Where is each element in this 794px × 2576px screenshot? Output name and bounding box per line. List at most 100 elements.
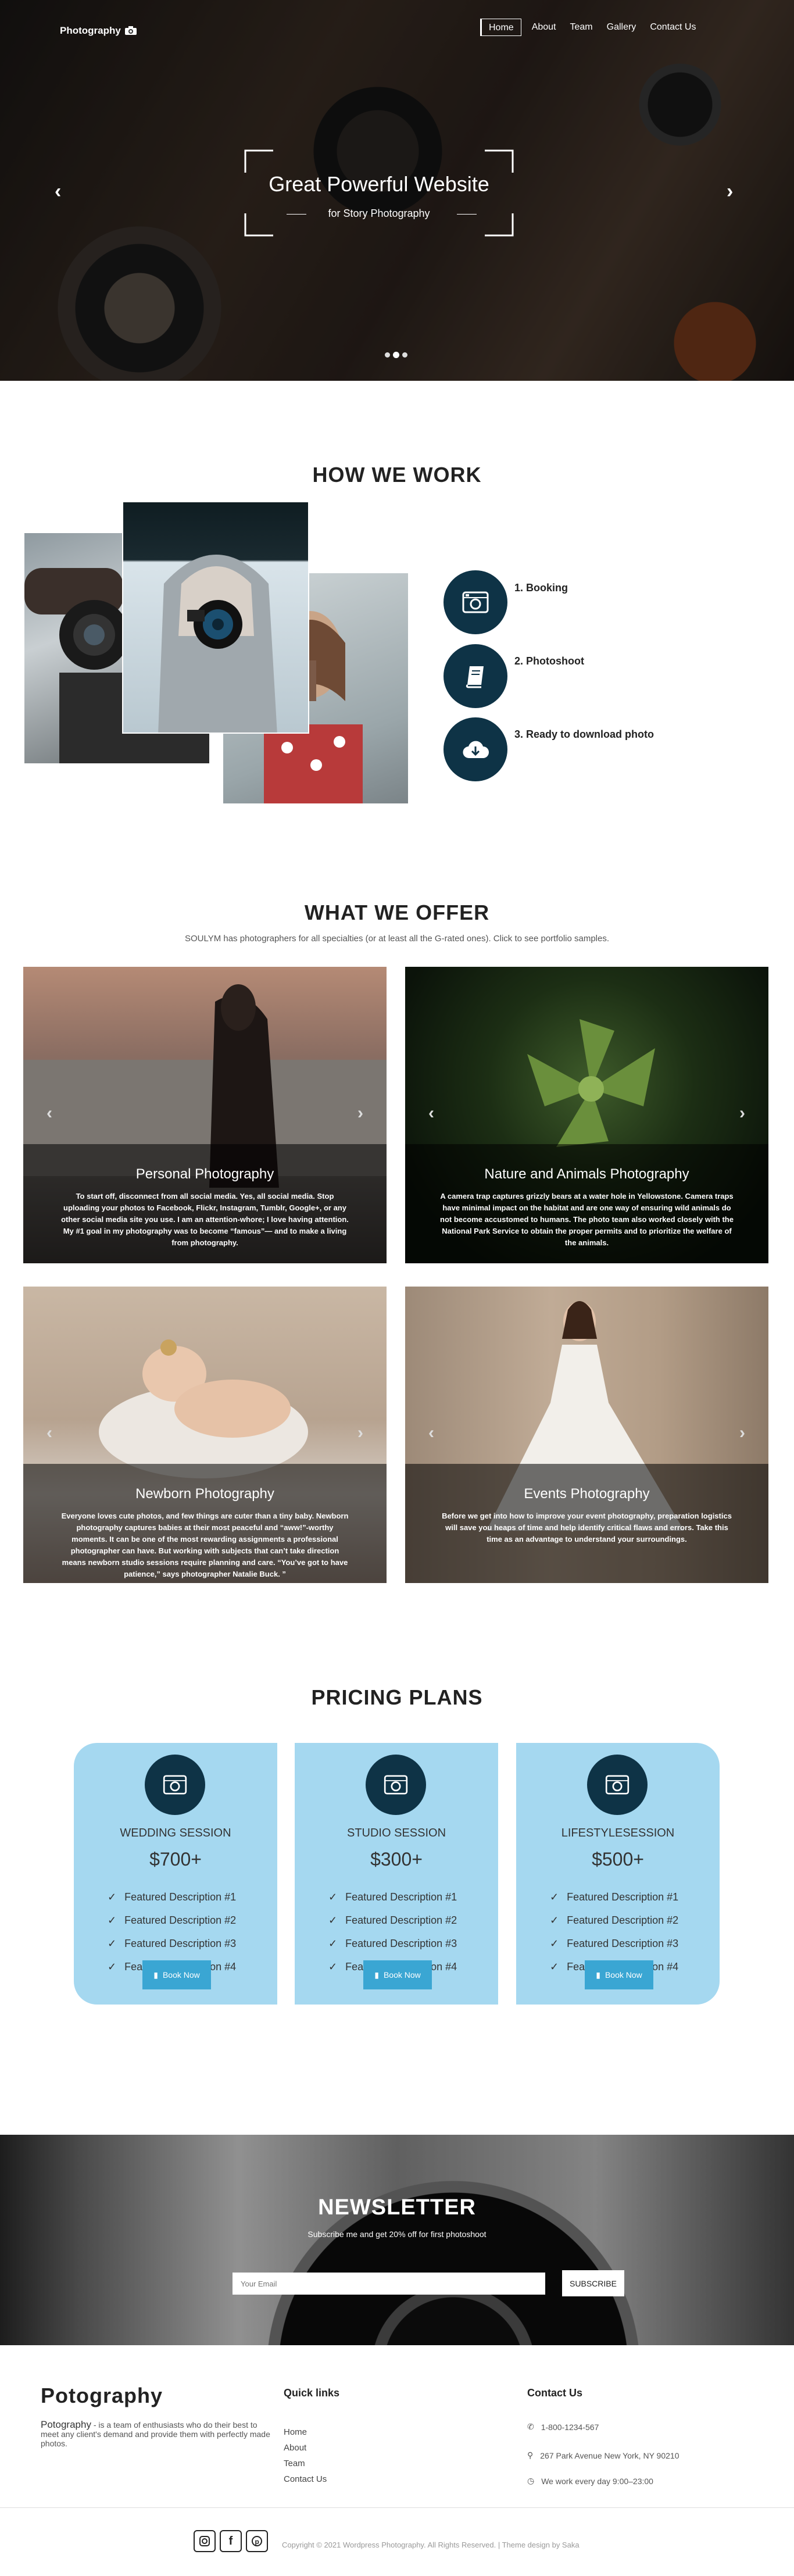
check-icon: ✓	[550, 1891, 559, 1903]
camera-icon	[163, 1775, 187, 1795]
feature-item: ✓ Featured Description #2	[328, 1914, 457, 1926]
card-next-icon[interactable]: ›	[739, 1103, 745, 1123]
card-next-icon[interactable]: ›	[357, 1103, 363, 1123]
newsletter-email-input[interactable]	[233, 2273, 545, 2295]
footer-link-team[interactable]: Team	[284, 2459, 305, 2468]
plan-icon-circle	[366, 1755, 426, 1815]
card-prev-icon[interactable]: ‹	[428, 1103, 434, 1123]
offer-title: WHAT WE OFFER	[304, 901, 490, 924]
nav-gallery[interactable]: Gallery	[600, 19, 643, 36]
check-icon: ✓	[108, 1891, 117, 1903]
instagram-icon[interactable]	[194, 2530, 216, 2552]
plan-name: STUDIO SESSION	[346, 1827, 446, 1839]
hero-dot-1[interactable]	[385, 352, 390, 358]
subscribe-button[interactable]: SUBSCRIBE	[562, 2270, 624, 2296]
footer-hours: ◷ We work every day 9:00–23:00	[527, 2476, 653, 2486]
check-icon: ✓	[328, 1960, 338, 1973]
card-caption: Newborn Photography Everyone loves cute …	[23, 1464, 387, 1583]
feature-item: ✓ Featured Description #2	[550, 1914, 679, 1926]
photographer-photo-2	[158, 555, 277, 733]
card-text: A camera trap captures grizzly bears at …	[440, 1192, 734, 1247]
card-next-icon[interactable]: ›	[357, 1423, 363, 1443]
footer-link-home[interactable]: Home	[284, 2427, 307, 2437]
plan-price: $300+	[370, 1849, 423, 1870]
plan-studio: STUDIO SESSION $300+ ✓ Featured Descripti…	[295, 1743, 498, 2005]
svg-text:p: p	[255, 2538, 259, 2546]
check-icon: ✓	[108, 1914, 117, 1926]
card-prev-icon[interactable]: ‹	[428, 1423, 434, 1443]
card-text: To start off, disconnect from all social…	[61, 1192, 349, 1247]
facebook-icon[interactable]: f	[220, 2530, 242, 2552]
site-logo-text: Photography	[60, 25, 121, 36]
nav-home[interactable]: Home	[480, 19, 521, 36]
offer-card-personal[interactable]: ‹ › Personal Photography To start off, d…	[23, 967, 387, 1263]
hero-dot-3[interactable]	[402, 352, 407, 358]
check-icon: ✓	[328, 1914, 338, 1926]
hero-subtitle: for Story Photography	[328, 208, 430, 219]
plan-price: $500+	[592, 1849, 644, 1870]
pricing-title: PRICING PLANS	[311, 1685, 483, 1709]
hero-next-icon[interactable]: ›	[727, 180, 733, 203]
card-next-icon[interactable]: ›	[739, 1423, 745, 1443]
plan-name: LIFESTYLESESSION	[561, 1827, 675, 1839]
card-caption: Nature and Animals Photography A camera …	[405, 1144, 768, 1263]
card-title: Newborn Photography	[135, 1486, 274, 1502]
step-booking: 1. Booking	[514, 582, 568, 594]
offer-card-nature[interactable]: ‹ › Nature and Animals Photography A cam…	[405, 967, 768, 1263]
plan-wedding: WEDDING SESSION $700+ ✓ Featured Descript…	[74, 1743, 277, 2005]
footer-about: Potography - is a team of enthusiasts wh…	[41, 2420, 270, 2448]
feature-item: ✓ Featured Description #3	[550, 1937, 679, 1949]
main-nav: Home About Team Gallery Contact Us	[480, 19, 703, 36]
how-title: HOW WE WORK	[312, 463, 482, 487]
pinterest-icon[interactable]: p	[246, 2530, 268, 2552]
check-icon: ✓	[108, 1937, 117, 1949]
check-icon: ✓	[550, 1960, 559, 1973]
camera-icon	[605, 1775, 630, 1795]
contact-title: Contact Us	[527, 2387, 583, 2399]
quick-links-title: Quick links	[284, 2387, 340, 2399]
location-pin-icon: ⚲	[527, 2450, 534, 2460]
footer-link-contact[interactable]: Contact Us	[284, 2474, 327, 2484]
hero-prev-icon[interactable]: ‹	[55, 180, 61, 203]
nav-contact[interactable]: Contact Us	[643, 19, 703, 36]
hero-slider: Photography Home About Team Gallery Cont…	[0, 0, 794, 381]
card-text: Before we get into how to improve your e…	[442, 1512, 732, 1544]
album-icon	[466, 666, 484, 688]
feature-item: ✓ Featured Description #1	[328, 1891, 457, 1903]
camera-icon	[384, 1775, 408, 1795]
check-icon: ✓	[108, 1960, 117, 1973]
check-icon: ✓	[328, 1891, 338, 1903]
step-photoshoot: 2. Photoshoot	[514, 655, 584, 667]
clock-icon: ◷	[527, 2476, 535, 2485]
offer-card-newborn[interactable]: ‹ › Newborn Photography Everyone loves c…	[23, 1287, 387, 1583]
footer-link-about[interactable]: About	[284, 2443, 306, 2453]
feature-item: ✓ Featured Description #1	[550, 1891, 679, 1903]
cloud-download-icon	[463, 741, 489, 759]
plan-icon-circle	[587, 1755, 648, 1815]
copyright: Copyright © 2021 Wordpress Photography. …	[282, 2541, 580, 2549]
how-photo-2	[122, 501, 309, 734]
footer-phone: ✆ 1-800-1234-567	[527, 2422, 599, 2432]
book-now-button[interactable]: ▮ Book Now	[585, 1960, 653, 1989]
book-icon: ▮	[596, 1970, 600, 1980]
site-logo[interactable]: Photography	[60, 25, 137, 37]
feature-item: ✓ Featured Description #3	[108, 1937, 237, 1949]
nav-team[interactable]: Team	[563, 19, 600, 36]
card-prev-icon[interactable]: ‹	[47, 1423, 52, 1443]
hero-dot-2[interactable]	[393, 352, 399, 358]
book-icon: ▮	[374, 1970, 379, 1980]
step-download: 3. Ready to download photo	[514, 728, 654, 740]
book-icon: ▮	[153, 1970, 158, 1980]
card-prev-icon[interactable]: ‹	[47, 1103, 52, 1123]
camera-icon	[124, 26, 137, 35]
book-now-button[interactable]: ▮ Book Now	[142, 1960, 211, 1989]
feature-item: ✓ Featured Description #3	[328, 1937, 457, 1949]
nav-about[interactable]: About	[525, 19, 563, 36]
offer-card-events[interactable]: ‹ › Events Photography Before we get int…	[405, 1287, 768, 1583]
footer-address: ⚲ 267 Park Avenue New York, NY 90210	[527, 2450, 679, 2460]
check-icon: ✓	[328, 1937, 338, 1949]
book-now-button[interactable]: ▮ Book Now	[363, 1960, 432, 1989]
card-caption: Personal Photography To start off, disco…	[23, 1144, 387, 1263]
feature-item: ✓ Featured Description #1	[108, 1891, 237, 1903]
plan-lifestyle: LIFESTYLESESSION $500+ ✓ Featured Descrip…	[516, 1743, 720, 2005]
